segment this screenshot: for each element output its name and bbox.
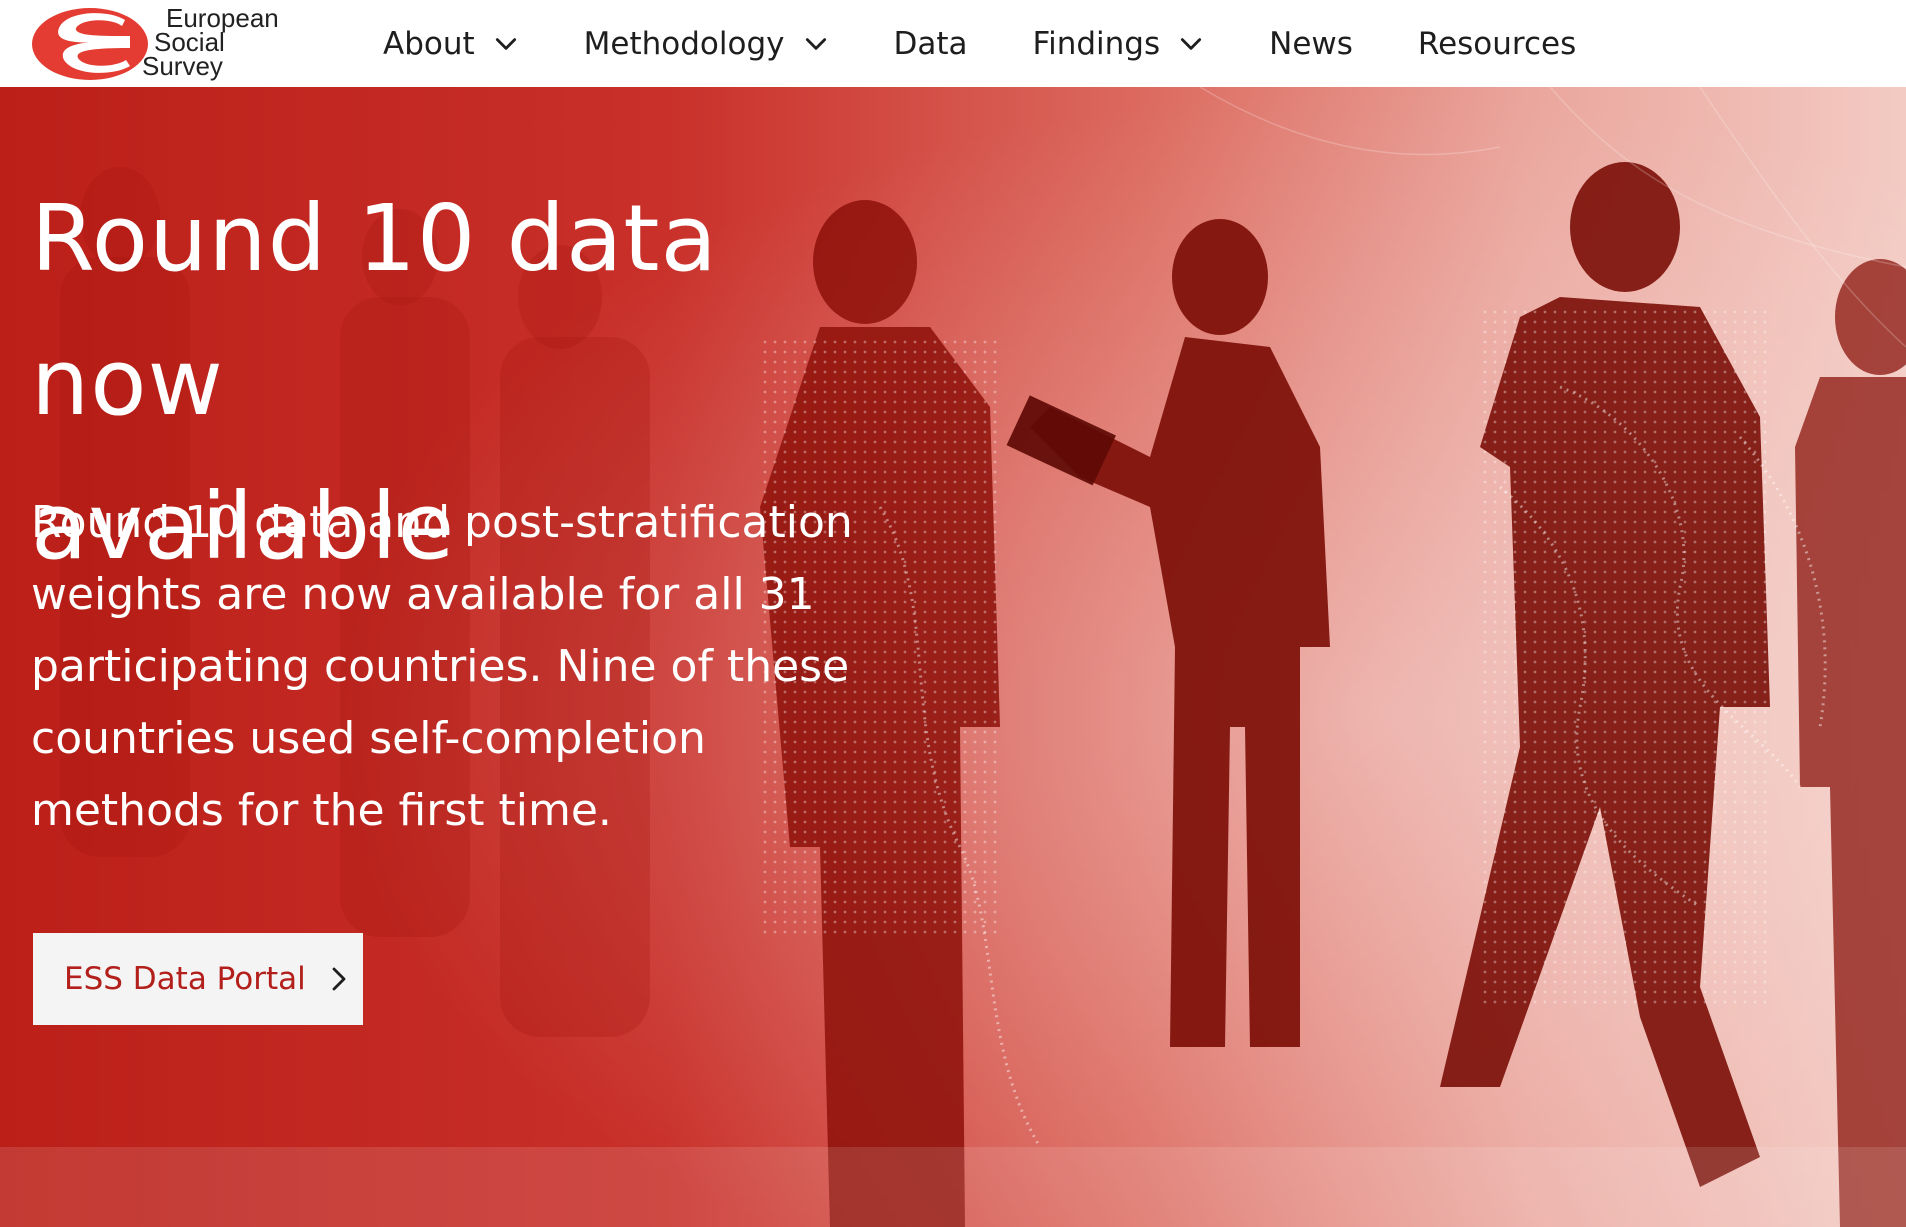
nav-item-resources[interactable]: Resources (1418, 26, 1576, 62)
hero-description: Round 10 data and post-stratification we… (31, 487, 891, 847)
chevron-down-icon (805, 37, 826, 50)
hero-description-line: participating countries. Nine of these (31, 641, 850, 692)
nav-item-methodology[interactable]: Methodology (584, 26, 829, 62)
hero-description-line: methods for the first time. (31, 785, 612, 836)
hero-banner: Round 10 data now available Round 10 dat… (0, 87, 1906, 1227)
ess-logo-link[interactable]: European Social Survey (30, 4, 290, 82)
hero-headline-line-1: Round 10 data now (31, 185, 718, 436)
hero-description-line: Round 10 data and post-stratification (31, 497, 853, 548)
site-header: European Social Survey About Methodology… (0, 0, 1906, 87)
nav-item-about[interactable]: About (383, 26, 519, 62)
logo-line-survey: Survey (142, 51, 223, 81)
logo-wordmark: European Social Survey (142, 5, 279, 81)
ess-data-portal-label: ESS Data Portal (64, 961, 306, 997)
nav-item-news[interactable]: News (1269, 26, 1353, 62)
page: European Social Survey About Methodology… (0, 0, 1906, 1227)
hero-description-line: countries used self-completion (31, 713, 706, 764)
nav-label-about: About (383, 25, 475, 62)
nav-label-news: News (1269, 25, 1353, 62)
chevron-right-icon (332, 967, 346, 991)
ess-data-portal-button[interactable]: ESS Data Portal (33, 933, 363, 1025)
chevron-down-icon (1181, 37, 1202, 50)
nav-label-resources: Resources (1417, 25, 1577, 62)
nav-label-methodology: Methodology (583, 25, 785, 62)
nav-item-data[interactable]: Data (894, 26, 968, 62)
nav-label-findings: Findings (1032, 25, 1161, 62)
nav-item-findings[interactable]: Findings (1033, 26, 1205, 62)
nav-label-data: Data (893, 25, 968, 62)
chevron-down-icon (495, 37, 516, 50)
main-nav: About Methodology Data Findings News Res… (383, 0, 1641, 87)
hero-description-line: weights are now available for all 31 (31, 569, 815, 620)
